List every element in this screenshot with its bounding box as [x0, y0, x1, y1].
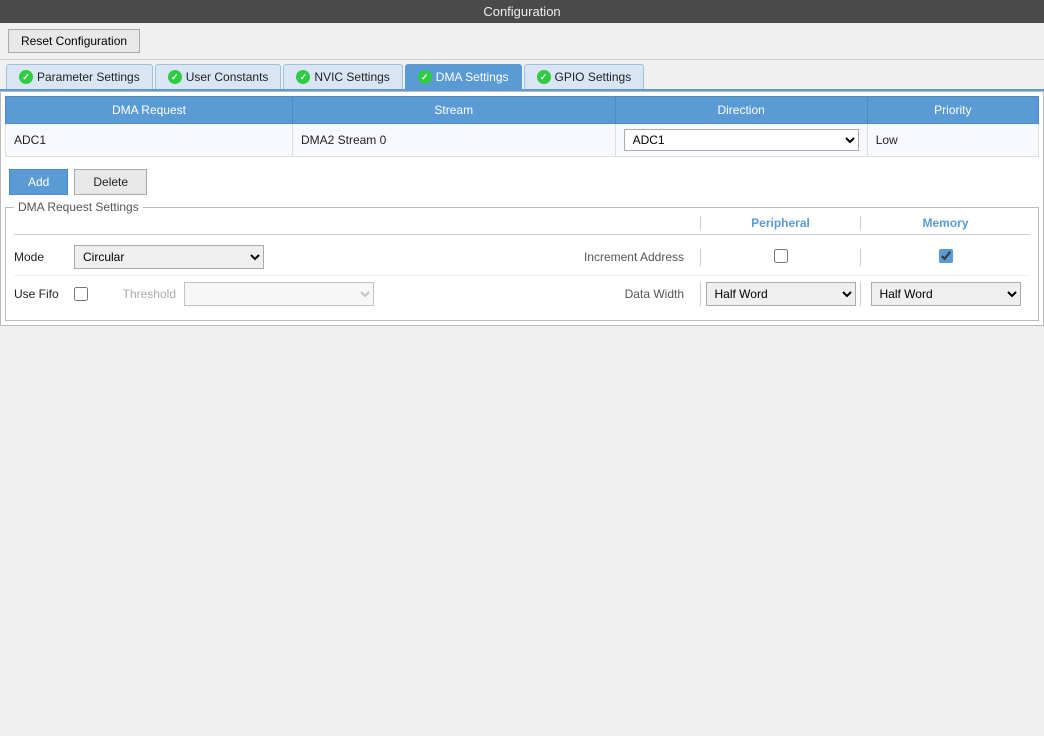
cell-request: ADC1	[6, 124, 293, 157]
table-row: ADC1 DMA2 Stream 0 ADC1 Low	[6, 124, 1039, 157]
peripheral-header: Peripheral	[700, 216, 860, 230]
param-check-icon: ✓	[19, 70, 33, 84]
delete-button[interactable]: Delete	[74, 169, 147, 195]
threshold-select[interactable]: 1/4 1/2 3/4 Full	[184, 282, 374, 306]
main-content: DMA Request Stream Direction Priority AD…	[0, 91, 1044, 326]
dma-table: DMA Request Stream Direction Priority AD…	[5, 96, 1039, 157]
peripheral-data-width-select[interactable]: Half Word Byte Word	[706, 282, 856, 306]
use-fifo-checkbox[interactable]	[74, 287, 88, 301]
add-button[interactable]: Add	[9, 169, 68, 195]
cell-direction[interactable]: ADC1	[615, 124, 867, 157]
cell-stream: DMA2 Stream 0	[292, 124, 615, 157]
settings-legend: DMA Request Settings	[14, 200, 143, 214]
tab-gpio[interactable]: ✓ GPIO Settings	[524, 64, 645, 89]
mode-select[interactable]: Circular Normal	[74, 245, 264, 269]
peripheral-increment-checkbox[interactable]	[774, 249, 788, 263]
col-direction: Direction	[615, 97, 867, 124]
dma-settings-section: DMA Request Settings Peripheral Memory M…	[5, 207, 1039, 321]
mode-label: Mode	[14, 250, 74, 264]
title-label: Configuration	[483, 4, 560, 19]
data-width-label: Data Width	[374, 287, 700, 301]
tab-gpio-label: GPIO Settings	[555, 70, 632, 84]
gpio-check-icon: ✓	[537, 70, 551, 84]
cell-priority: Low	[867, 124, 1038, 157]
memory-data-width-select[interactable]: Half Word Byte Word	[871, 282, 1021, 306]
col-stream: Stream	[292, 97, 615, 124]
tab-nvic-label: NVIC Settings	[314, 70, 389, 84]
toolbar: Reset Configuration	[0, 23, 1044, 60]
tab-param-label: Parameter Settings	[37, 70, 140, 84]
title-bar: Configuration	[0, 0, 1044, 23]
increment-address-label: Increment Address	[274, 250, 700, 264]
tab-user-label: User Constants	[186, 70, 269, 84]
dma-check-icon: ✓	[418, 70, 432, 84]
threshold-label: Threshold	[104, 287, 184, 301]
user-check-icon: ✓	[168, 70, 182, 84]
tab-dma-label: DMA Settings	[436, 70, 509, 84]
col-dma-request: DMA Request	[6, 97, 293, 124]
nvic-check-icon: ✓	[296, 70, 310, 84]
tab-dma[interactable]: ✓ DMA Settings	[405, 64, 522, 89]
dma-table-container: DMA Request Stream Direction Priority AD…	[1, 92, 1043, 161]
memory-increment-checkbox[interactable]	[939, 249, 953, 263]
tab-user[interactable]: ✓ User Constants	[155, 64, 282, 89]
tab-nvic[interactable]: ✓ NVIC Settings	[283, 64, 402, 89]
action-row: Add Delete	[1, 161, 1043, 203]
reset-config-button[interactable]: Reset Configuration	[8, 29, 140, 53]
col-priority: Priority	[867, 97, 1038, 124]
tabs-bar: ✓ Parameter Settings ✓ User Constants ✓ …	[0, 60, 1044, 91]
direction-select[interactable]: ADC1	[624, 129, 859, 151]
memory-header: Memory	[860, 216, 1030, 230]
use-fifo-label: Use Fifo	[14, 287, 74, 301]
tab-param[interactable]: ✓ Parameter Settings	[6, 64, 153, 89]
